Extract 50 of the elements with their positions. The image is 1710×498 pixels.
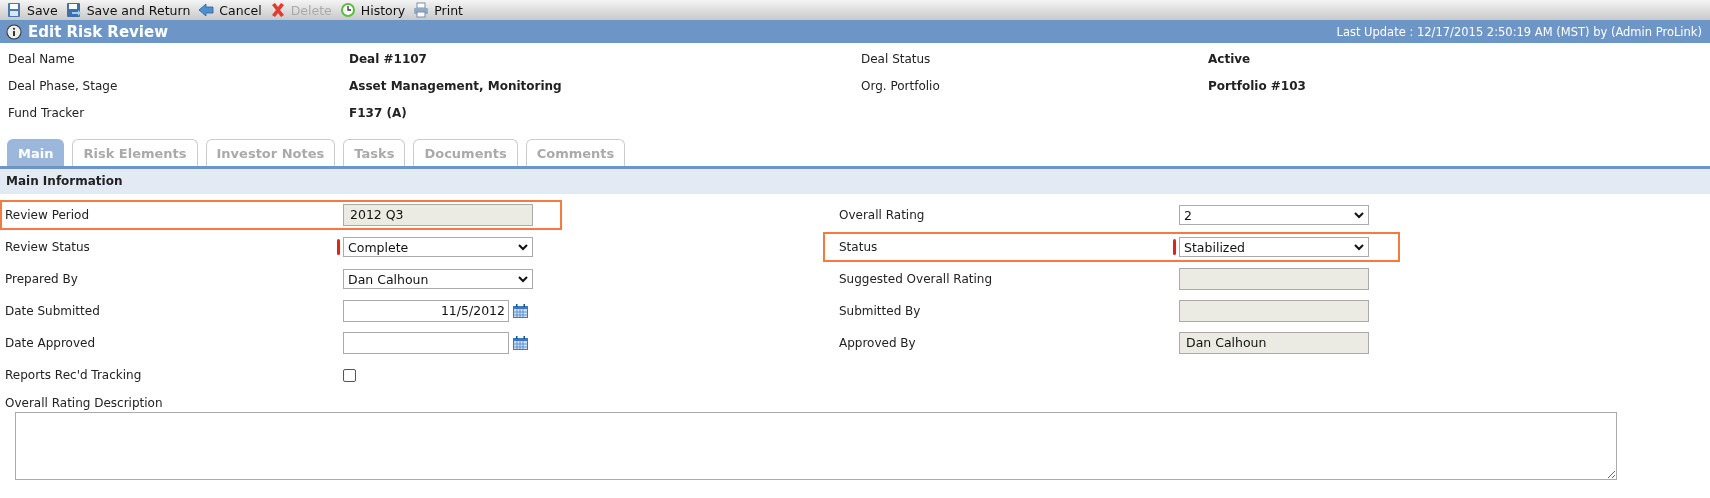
field-label: Overall Rating bbox=[838, 208, 926, 222]
left-arrow-icon bbox=[198, 2, 215, 18]
field-label: Review Period bbox=[4, 208, 91, 222]
field-label: Suggested Overall Rating bbox=[838, 272, 993, 286]
toolbar-button[interactable]: Save bbox=[6, 0, 64, 20]
read-only-field: 2012 Q3 bbox=[343, 204, 533, 226]
info-icon bbox=[6, 23, 22, 40]
printer-icon bbox=[413, 2, 430, 18]
caret-icon bbox=[518, 275, 528, 283]
field-label: Deal Phase, Stage bbox=[8, 78, 119, 95]
clock-icon bbox=[339, 2, 356, 18]
toolbar-button[interactable]: Cancel bbox=[198, 0, 268, 20]
caret-icon bbox=[1354, 211, 1364, 219]
field-label: Org. Portfolio bbox=[861, 78, 941, 95]
dropdown[interactable]: Dan Calhoun bbox=[343, 269, 533, 289]
field-label: Review Status bbox=[4, 240, 91, 254]
field-label: Reports Rec'd Tracking bbox=[4, 368, 143, 382]
x-icon bbox=[269, 2, 286, 18]
field-value: Portfolio #103 bbox=[1208, 78, 1307, 95]
field-label: Overall Rating Description bbox=[4, 395, 164, 410]
checkbox[interactable] bbox=[343, 368, 356, 382]
field-label: Deal Name bbox=[8, 51, 76, 68]
field-value: Deal #1107 bbox=[349, 51, 428, 68]
date-field[interactable] bbox=[343, 332, 509, 354]
field-label: Deal Status bbox=[861, 51, 932, 68]
calendar-icon[interactable] bbox=[512, 303, 529, 319]
toolbar-button[interactable]: Print bbox=[413, 0, 469, 20]
page-title: Edit Risk Review bbox=[28, 22, 168, 41]
toolbar-button[interactable]: Save and Return bbox=[65, 0, 197, 20]
field-value: Active bbox=[1208, 51, 1252, 68]
caret-icon bbox=[518, 243, 528, 251]
field-label: Status bbox=[838, 240, 879, 254]
dropdown[interactable]: Complete bbox=[343, 237, 533, 257]
field-label: Date Submitted bbox=[4, 304, 101, 318]
last-update-text: Last Update : 12/17/2015 2:50:19 AM (MST) by (Admin ProLink) bbox=[1336, 24, 1702, 39]
dropdown[interactable]: Stabilized bbox=[1179, 237, 1369, 257]
date-field[interactable]: 11/5/2012 bbox=[343, 300, 509, 322]
field-label: Submitted By bbox=[838, 304, 922, 318]
dropdown[interactable]: 2 bbox=[1179, 205, 1369, 225]
caret-icon bbox=[1354, 243, 1364, 251]
toolbar-button[interactable]: History bbox=[339, 0, 412, 20]
field-label: Prepared By bbox=[4, 272, 79, 286]
field-value: Asset Management, Monitoring bbox=[349, 78, 563, 95]
calendar-icon[interactable] bbox=[512, 335, 529, 351]
field-label: Fund Tracker bbox=[8, 105, 86, 122]
field-value: F137 (A) bbox=[349, 105, 408, 122]
read-only-field: Dan Calhoun bbox=[1179, 332, 1369, 354]
field-label: Approved By bbox=[838, 336, 917, 350]
field-label: Date Approved bbox=[4, 336, 97, 350]
section-header: Main Information bbox=[0, 169, 1710, 194]
